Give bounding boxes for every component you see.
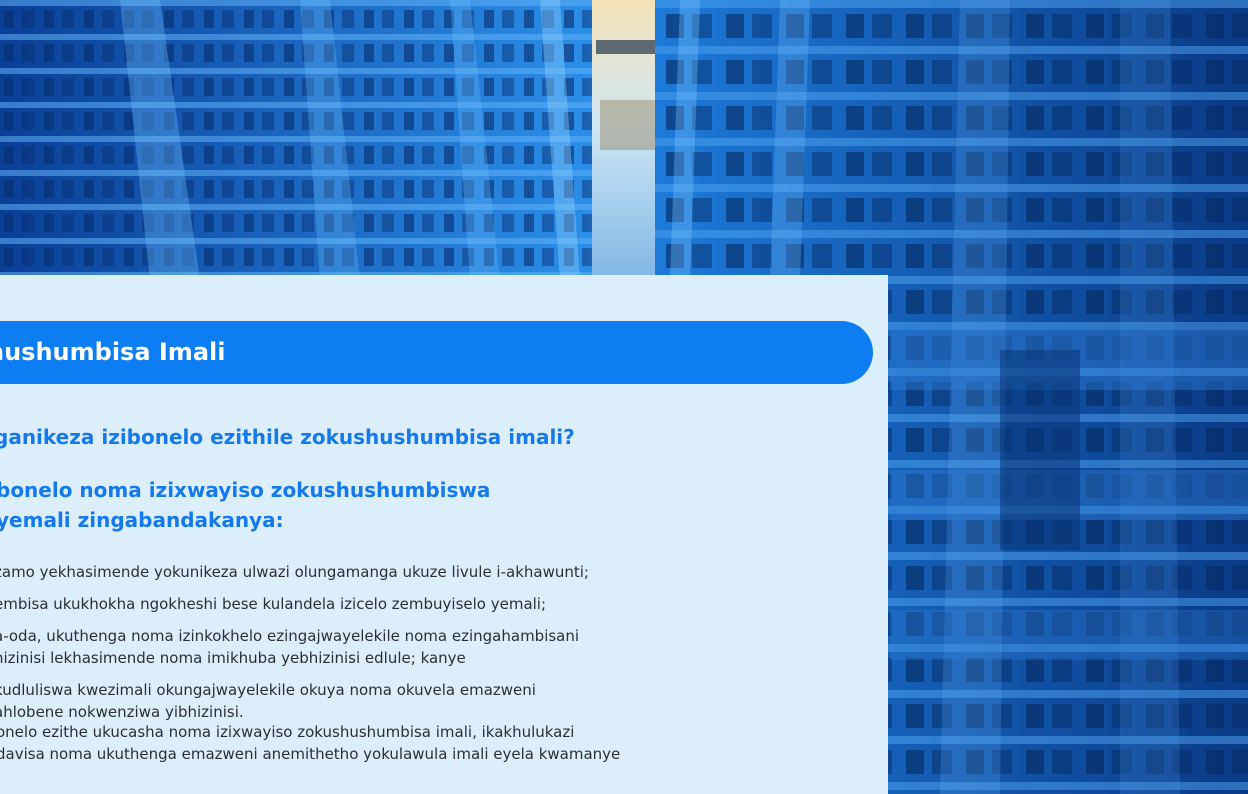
paragraph-line: onelo ezithe ukucasha noma izixwayiso zo… — [0, 723, 575, 741]
list-item: a-oda, ukuthenga noma izinkokhelo ezinga… — [0, 625, 589, 669]
subheading-line: yemali zingabandakanya: — [0, 508, 284, 532]
list-item-line: kudluliswa kwezimali okungajwayelekile o… — [0, 681, 536, 699]
paragraph-line: davisa noma ukuthenga emazweni anemithet… — [0, 745, 621, 763]
examples-list: zamo yekhasimende yokunikeza ulwazi olun… — [0, 561, 589, 733]
list-item-line: hizinisi lekhasimende noma imikhuba yebh… — [0, 649, 466, 667]
body-paragraph: onelo ezithe ukucasha noma izixwayiso zo… — [0, 721, 620, 765]
list-item-line: zamo yekhasimende yokunikeza ulwazi olun… — [0, 563, 589, 581]
subheading-line: bonelo noma izixwayiso zokushushumbiswa — [0, 478, 491, 502]
list-item-line: embisa ukukhokha ngokheshi bese kulandel… — [0, 595, 547, 613]
list-item-line: a-oda, ukuthenga noma izinkokhelo ezinga… — [0, 627, 580, 645]
list-item-line: ahlobene nokwenziwa yibhizinisi. — [0, 703, 244, 721]
question-heading: ganikeza izibonelo ezithile zokushushumb… — [0, 425, 575, 449]
content-panel: hushumbisa Imali ganikeza izibonelo ezit… — [0, 275, 888, 794]
section-title: hushumbisa Imali — [0, 338, 226, 366]
examples-subheading: bonelo noma izixwayiso zokushushumbiswa … — [0, 475, 796, 535]
section-banner: hushumbisa Imali — [0, 321, 873, 384]
list-item: embisa ukukhokha ngokheshi bese kulandel… — [0, 593, 589, 615]
list-item: kudluliswa kwezimali okungajwayelekile o… — [0, 679, 589, 723]
list-item: zamo yekhasimende yokunikeza ulwazi olun… — [0, 561, 589, 583]
